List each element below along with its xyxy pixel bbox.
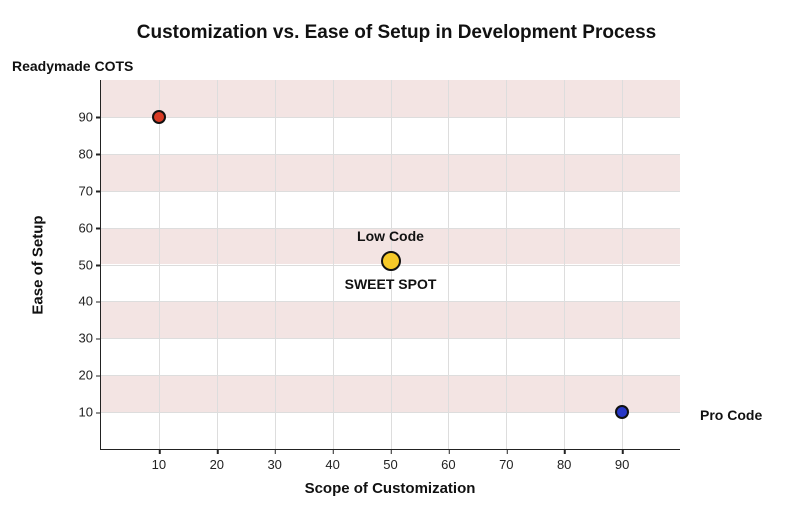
grid-hline [101, 117, 680, 118]
y-tick-label: 40 [79, 294, 93, 309]
chart-title: Customization vs. Ease of Setup in Devel… [0, 22, 793, 44]
grid-hline [101, 154, 680, 155]
grid-hline [101, 375, 680, 376]
x-tick-label: 90 [615, 457, 629, 472]
x-tick-label: 60 [441, 457, 455, 472]
grid-hline [101, 412, 680, 413]
y-tick-label: 60 [79, 220, 93, 235]
grid-hline [101, 191, 680, 192]
y-tick-label: 70 [79, 183, 93, 198]
label-pro-code: Pro Code [700, 407, 762, 423]
x-tick-label: 10 [152, 457, 166, 472]
label-readymade-cots: Readymade COTS [12, 58, 133, 74]
plot-area: 10 20 30 40 50 60 70 80 90 10 20 30 40 5… [100, 80, 680, 450]
x-axis-label: Scope of Customization [305, 480, 476, 497]
x-tick-label: 30 [267, 457, 281, 472]
y-tick-label: 90 [79, 109, 93, 124]
label-low-code-bottom: SWEET SPOT [345, 276, 437, 292]
grid-hline [101, 338, 680, 339]
y-tick-label: 80 [79, 146, 93, 161]
x-tick-label: 80 [557, 457, 571, 472]
grid-hline [101, 301, 680, 302]
chart-container: Customization vs. Ease of Setup in Devel… [0, 0, 793, 516]
x-tick-label: 50 [383, 457, 397, 472]
point-pro-code [615, 405, 629, 419]
x-tick-label: 40 [325, 457, 339, 472]
x-tick-label: 70 [499, 457, 513, 472]
point-readymade-cots [152, 110, 166, 124]
y-tick-label: 20 [79, 368, 93, 383]
y-tick-label: 10 [79, 405, 93, 420]
y-tick-label: 30 [79, 331, 93, 346]
y-tick-label: 50 [79, 257, 93, 272]
point-low-code [381, 251, 401, 271]
x-tick-label: 20 [210, 457, 224, 472]
y-axis-label: Ease of Setup [30, 215, 47, 314]
label-low-code-top: Low Code [357, 228, 424, 244]
